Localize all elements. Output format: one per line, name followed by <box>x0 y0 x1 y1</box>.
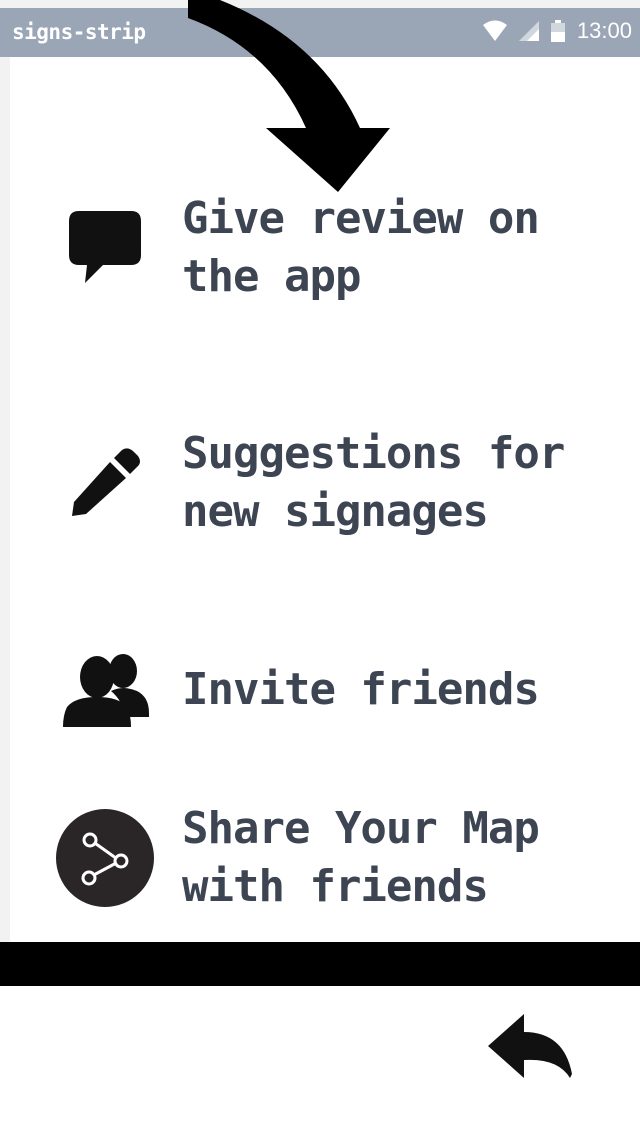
menu-item-give-review[interactable]: Give review on the app <box>55 190 630 306</box>
reply-back-icon[interactable] <box>488 1014 572 1080</box>
menu-label-share-map: Share Your Map with friends <box>182 803 540 912</box>
app-screen: signs-strip 13:00 Give review on the app… <box>0 0 640 1141</box>
bottom-divider-band <box>0 942 640 986</box>
status-icons: 13:00 <box>482 18 632 44</box>
status-app-name: signs-strip <box>12 20 146 44</box>
chat-bubble-icon <box>69 211 141 283</box>
menu-icon-wrapper <box>55 640 155 740</box>
pointer-arrow-icon <box>188 0 390 192</box>
menu-label-suggestions: Suggestions for new signages <box>182 428 565 537</box>
share-icon <box>56 809 154 907</box>
pencil-icon <box>72 448 140 516</box>
menu-icon-wrapper <box>55 808 155 908</box>
menu-item-invite-friends[interactable]: Invite friends <box>55 640 630 740</box>
menu-item-suggestions[interactable]: Suggestions for new signages <box>55 425 630 541</box>
battery-icon <box>550 20 565 42</box>
friends-icon <box>63 654 149 727</box>
menu-label-invite-friends: Invite friends <box>182 664 540 715</box>
status-time: 13:00 <box>576 18 632 43</box>
menu-icon-wrapper <box>55 198 155 298</box>
wifi-icon <box>482 20 507 41</box>
signal-icon <box>518 21 539 41</box>
menu-item-share-map[interactable]: Share Your Map with friends <box>55 800 630 916</box>
menu-label-give-review: Give review on the app <box>182 193 540 302</box>
menu-icon-wrapper <box>55 433 155 533</box>
